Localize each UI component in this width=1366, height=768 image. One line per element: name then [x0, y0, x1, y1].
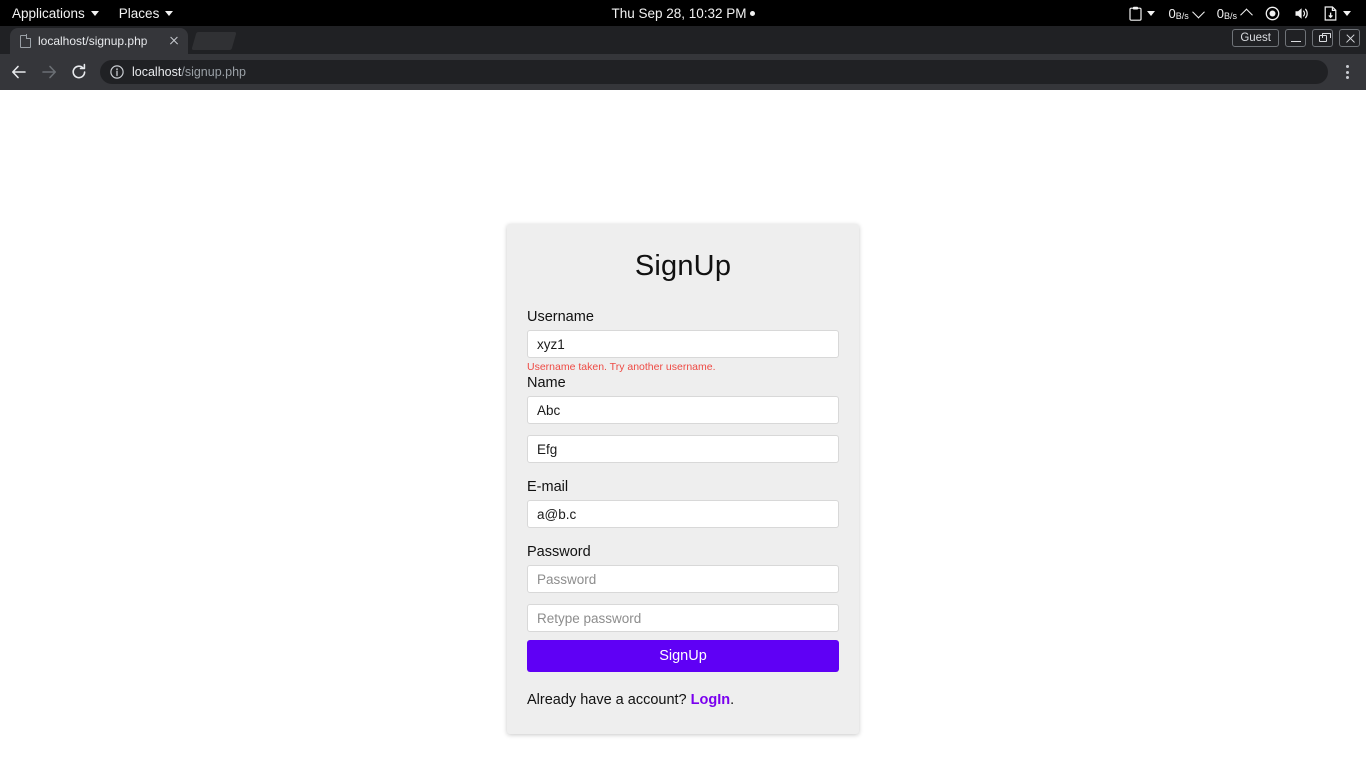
- chevron-down-icon: [1191, 5, 1205, 18]
- menu-dot: [1345, 70, 1349, 74]
- email-label: E-mail: [527, 479, 569, 495]
- chevron-down-icon: [165, 10, 174, 16]
- clipboard-indicator[interactable]: [1122, 0, 1162, 26]
- places-menu[interactable]: Places: [109, 0, 184, 26]
- minimize-icon: [1291, 41, 1301, 43]
- software-update-icon: [1324, 5, 1337, 21]
- address-bar-text: localhost/signup.php: [132, 65, 246, 79]
- record-indicator[interactable]: [1258, 0, 1287, 26]
- page-icon: [20, 34, 32, 48]
- chevron-down-icon: [1343, 10, 1351, 16]
- clock-text: Thu Sep 28, 10:32 PM: [611, 5, 747, 21]
- username-input[interactable]: [527, 330, 839, 358]
- page-viewport: SignUp Username Username taken. Try anot…: [0, 90, 1366, 768]
- address-bar[interactable]: localhost/signup.php: [100, 60, 1328, 84]
- info-circle-icon: [110, 65, 124, 79]
- back-arrow-icon: [12, 65, 26, 79]
- username-label: Username: [527, 309, 594, 325]
- three-dot-menu-icon[interactable]: [1334, 57, 1360, 87]
- window-controls: Guest: [1232, 29, 1360, 47]
- maximize-button[interactable]: [1312, 29, 1333, 47]
- profile-button-label: Guest: [1240, 32, 1271, 44]
- forward-arrow-icon: [42, 65, 56, 79]
- menu-dot: [1345, 65, 1349, 68]
- reload-icon: [72, 63, 86, 79]
- address-bar-host: localhost: [132, 65, 182, 79]
- download-speed-indicator[interactable]: 0B/s: [1162, 0, 1210, 26]
- login-prompt-text: Already have a account?: [527, 692, 691, 708]
- new-tab-button[interactable]: [191, 32, 237, 50]
- chevron-down-icon: [1146, 10, 1155, 16]
- profile-button[interactable]: Guest: [1232, 29, 1279, 47]
- login-link[interactable]: LogIn: [691, 692, 730, 708]
- upload-speed-indicator[interactable]: 0B/s: [1210, 0, 1258, 26]
- browser-toolbar: localhost/signup.php: [0, 54, 1366, 90]
- chevron-up-icon: [1240, 8, 1253, 21]
- volume-indicator[interactable]: [1287, 0, 1317, 26]
- places-menu-label: Places: [118, 5, 160, 21]
- applications-menu-label: Applications: [12, 5, 85, 21]
- dot-indicator-icon: [749, 10, 755, 16]
- record-circle-icon: [1265, 6, 1280, 20]
- applications-menu[interactable]: Applications: [0, 0, 109, 26]
- password-label: Password: [527, 544, 591, 560]
- retype-password-input[interactable]: [527, 604, 839, 632]
- username-error: Username taken. Try another username.: [527, 361, 716, 373]
- login-prompt-suffix: .: [730, 692, 735, 708]
- browser-window: localhost/signup.php Guest localhost/sig…: [0, 26, 1366, 768]
- menu-dot: [1345, 76, 1349, 79]
- clipboard-icon: [1128, 6, 1142, 21]
- browser-tab-title: localhost/signup.php: [38, 34, 148, 48]
- address-bar-path: /signup.php: [181, 65, 246, 79]
- maximize-icon: [1319, 32, 1331, 42]
- close-icon[interactable]: [166, 33, 182, 49]
- browser-tab-strip: localhost/signup.php Guest: [0, 26, 1366, 54]
- back-button[interactable]: [4, 57, 34, 87]
- download-speed-text: 0B/s: [1168, 5, 1189, 21]
- last-name-input[interactable]: [527, 435, 839, 463]
- password-input[interactable]: [527, 565, 839, 593]
- close-window-button[interactable]: [1339, 29, 1360, 47]
- desktop-top-panel: Applications Places Thu Sep 28, 10:32 PM…: [0, 0, 1366, 26]
- system-tray: 0B/s 0B/s: [1122, 0, 1366, 26]
- browser-tab[interactable]: localhost/signup.php: [10, 28, 188, 54]
- forward-button[interactable]: [34, 57, 64, 87]
- signup-form: Username Username taken. Try another use…: [527, 309, 839, 672]
- login-prompt: Already have a account? LogIn.: [527, 692, 839, 708]
- speaker-icon: [1295, 7, 1308, 19]
- signup-card: SignUp Username Username taken. Try anot…: [507, 224, 859, 734]
- upload-speed-text: 0B/s: [1216, 5, 1237, 21]
- page-title: SignUp: [634, 250, 732, 282]
- chevron-down-icon: [90, 10, 99, 16]
- reload-button[interactable]: [64, 57, 94, 87]
- signup-submit-button[interactable]: SignUp: [527, 640, 839, 672]
- minimize-button[interactable]: [1285, 29, 1306, 47]
- first-name-input[interactable]: [527, 396, 839, 424]
- software-update-indicator[interactable]: [1317, 0, 1358, 26]
- name-label: Name: [527, 375, 566, 391]
- email-input[interactable]: [527, 500, 839, 528]
